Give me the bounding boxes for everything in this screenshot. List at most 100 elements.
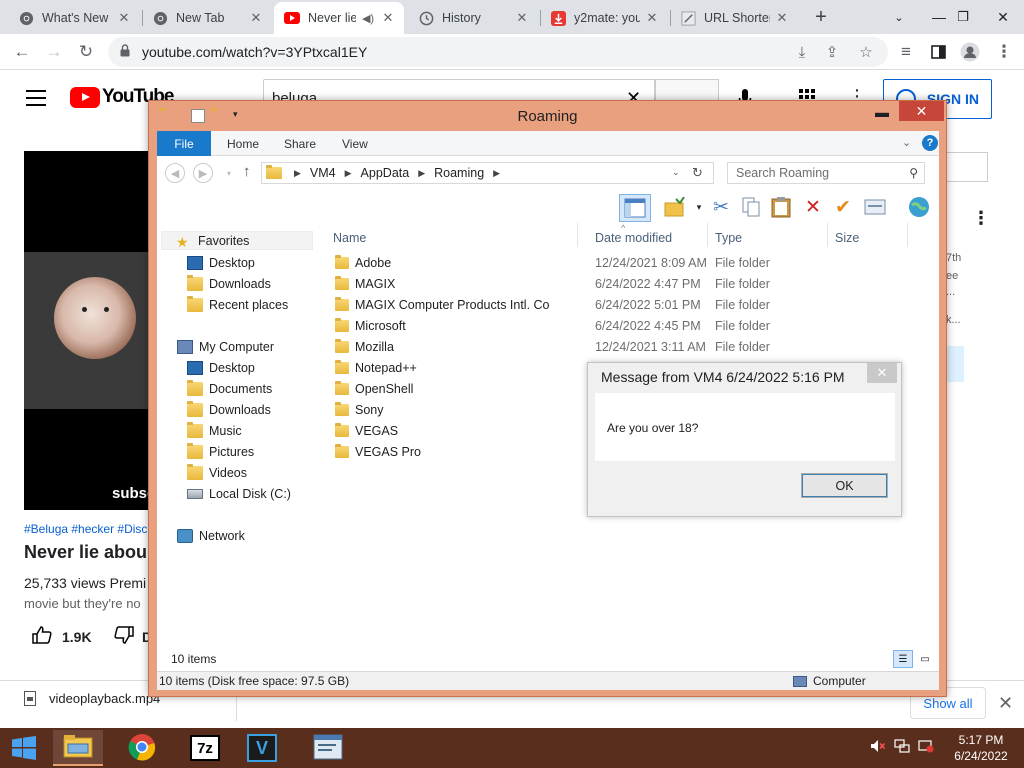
close-window-button[interactable]: ✕: [899, 101, 944, 121]
tab-youtube[interactable]: Never lie ◀) ✕: [274, 2, 404, 34]
breadcrumb-appdata[interactable]: AppData: [361, 166, 410, 180]
column-size[interactable]: Size: [835, 231, 859, 245]
media-control-icon[interactable]: ≡: [894, 40, 918, 64]
globe-icon[interactable]: [905, 194, 933, 220]
close-icon[interactable]: ✕: [514, 10, 530, 26]
file-row-magix-computer-products[interactable]: MAGIX Computer Products Intl. Co 6/24/20…: [333, 295, 933, 316]
large-icons-view-icon[interactable]: ▭: [915, 650, 935, 668]
taskbar-7zip[interactable]: 7z: [180, 730, 230, 766]
copy-icon[interactable]: [737, 194, 765, 220]
file-row-magix[interactable]: MAGIX 6/24/2022 4:47 PM File folder: [333, 274, 933, 295]
notification-warning-icon[interactable]: [918, 738, 934, 754]
nav-desktop[interactable]: Desktop: [187, 256, 255, 270]
chrome-menu-icon[interactable]: ⋮: [992, 40, 1016, 64]
volume-muted-icon[interactable]: [870, 738, 886, 754]
forward-icon[interactable]: →: [42, 40, 66, 64]
recent-locations-icon[interactable]: ▾: [219, 163, 239, 183]
breadcrumb-chevron-icon[interactable]: ▶: [493, 168, 500, 179]
minimize-icon[interactable]: ▬: [871, 102, 893, 122]
nav-my-computer[interactable]: My Computer: [177, 340, 274, 354]
profile-avatar-icon[interactable]: [958, 40, 982, 64]
taskbar-chrome[interactable]: [117, 730, 167, 766]
column-type[interactable]: Type: [715, 231, 742, 245]
nav-videos[interactable]: Videos: [187, 464, 247, 480]
tab-y2mate[interactable]: y2mate: you ✕: [540, 2, 668, 34]
tab-new-tab[interactable]: New Tab ✕: [142, 2, 272, 34]
delete-icon[interactable]: ✕: [799, 194, 827, 220]
column-divider[interactable]: [827, 223, 828, 247]
ribbon-expand-icon[interactable]: ⌄: [902, 136, 911, 149]
back-icon[interactable]: ◀: [165, 163, 185, 183]
breadcrumb-vm4[interactable]: VM4: [310, 166, 336, 180]
close-icon[interactable]: ✕: [248, 10, 264, 26]
tab-home[interactable]: Home: [227, 131, 259, 156]
nav-computer-desktop[interactable]: Desktop: [187, 361, 255, 375]
tab-file[interactable]: File: [157, 131, 211, 156]
close-icon[interactable]: ✕: [380, 10, 396, 26]
taskbar-file-explorer[interactable]: [53, 730, 103, 766]
bookmark-star-icon[interactable]: ☆: [856, 42, 876, 62]
nav-pictures[interactable]: Pictures: [187, 443, 254, 459]
tab-share[interactable]: Share: [284, 131, 316, 156]
column-name[interactable]: Name: [333, 231, 366, 245]
taskbar-vegas[interactable]: V: [237, 730, 287, 766]
nav-recent-places[interactable]: Recent places: [187, 296, 288, 312]
close-icon[interactable]: ✕: [116, 10, 132, 26]
file-row-adobe[interactable]: Adobe 12/24/2021 8:09 AM File folder: [333, 253, 933, 274]
download-item[interactable]: videoplayback.mp4: [24, 691, 160, 706]
taskbar-clock[interactable]: 5:17 PM 6/24/2022: [950, 732, 1012, 764]
refresh-icon[interactable]: ↻: [692, 165, 703, 181]
close-icon[interactable]: ✕: [774, 10, 790, 26]
close-download-bar-icon[interactable]: ✕: [998, 693, 1013, 714]
file-row-microsoft[interactable]: Microsoft 6/24/2022 4:45 PM File folder: [333, 316, 933, 337]
taskbar-notepad[interactable]: [303, 730, 353, 766]
dislike-button[interactable]: D: [114, 626, 152, 647]
tab-whats-new[interactable]: What's New ✕: [8, 2, 140, 34]
video-player[interactable]: subsc: [24, 151, 154, 510]
breadcrumb-roaming[interactable]: Roaming: [434, 166, 484, 180]
windows-start-icon[interactable]: [0, 728, 48, 768]
speaker-icon[interactable]: ◀): [360, 10, 376, 26]
nav-music[interactable]: Music: [187, 422, 242, 438]
nav-favorites[interactable]: ★ Favorites: [161, 231, 313, 250]
address-dropdown-icon[interactable]: ⌄: [672, 167, 680, 178]
up-folder-icon[interactable]: ↑: [243, 163, 251, 180]
breadcrumb-chevron-icon[interactable]: ▶: [294, 168, 301, 179]
close-icon[interactable]: ✕: [644, 10, 660, 26]
dialog-close-button[interactable]: ✕: [867, 363, 897, 383]
details-view-icon[interactable]: ☰: [893, 650, 913, 668]
rename-check-icon[interactable]: ✔: [829, 194, 857, 220]
install-icon[interactable]: ⤓: [792, 42, 812, 62]
explorer-titlebar[interactable]: ▾ Roaming ▬ ✕: [149, 101, 946, 131]
column-divider[interactable]: [907, 223, 908, 247]
like-button[interactable]: 1.9K: [32, 626, 92, 647]
breadcrumb-chevron-icon[interactable]: ▶: [345, 168, 352, 179]
preview-pane-icon[interactable]: [619, 194, 651, 222]
side-more-icon[interactable]: ⋮: [972, 208, 990, 229]
file-row-mozilla[interactable]: Mozilla 12/24/2021 3:11 AM File folder: [333, 337, 933, 358]
paste-icon[interactable]: [767, 194, 795, 220]
breadcrumb-chevron-icon[interactable]: ▶: [418, 168, 425, 179]
tab-history[interactable]: History ✕: [408, 2, 538, 34]
column-divider[interactable]: [707, 223, 708, 247]
side-filter-box[interactable]: [940, 152, 988, 182]
nav-computer-downloads[interactable]: Downloads: [187, 401, 271, 417]
nav-network[interactable]: Network: [177, 529, 245, 543]
tab-view[interactable]: View: [342, 131, 368, 156]
column-date-modified[interactable]: Date modified: [595, 231, 672, 245]
video-hashtags[interactable]: #Beluga #hecker #Disc: [24, 522, 147, 536]
ok-button[interactable]: OK: [801, 473, 888, 498]
nav-downloads[interactable]: Downloads: [187, 275, 271, 291]
forward-icon[interactable]: ▶: [193, 163, 213, 183]
back-icon[interactable]: ←: [10, 40, 34, 64]
cut-icon[interactable]: ✂: [707, 194, 735, 220]
properties-card-icon[interactable]: [861, 194, 889, 220]
share-icon[interactable]: ⇪: [822, 42, 842, 62]
address-breadcrumb[interactable]: ▶ VM4 ▶ AppData ▶ Roaming ▶ ⌄ ↻: [261, 162, 714, 184]
tab-url-shortener[interactable]: URL Shorten ✕: [670, 2, 798, 34]
close-window-icon[interactable]: ✕: [980, 0, 1024, 34]
new-tab-button[interactable]: +: [810, 6, 832, 28]
network-tray-icon[interactable]: [894, 738, 910, 754]
column-divider[interactable]: [577, 223, 578, 247]
explorer-search-input[interactable]: Search Roaming ⚲: [727, 162, 925, 184]
